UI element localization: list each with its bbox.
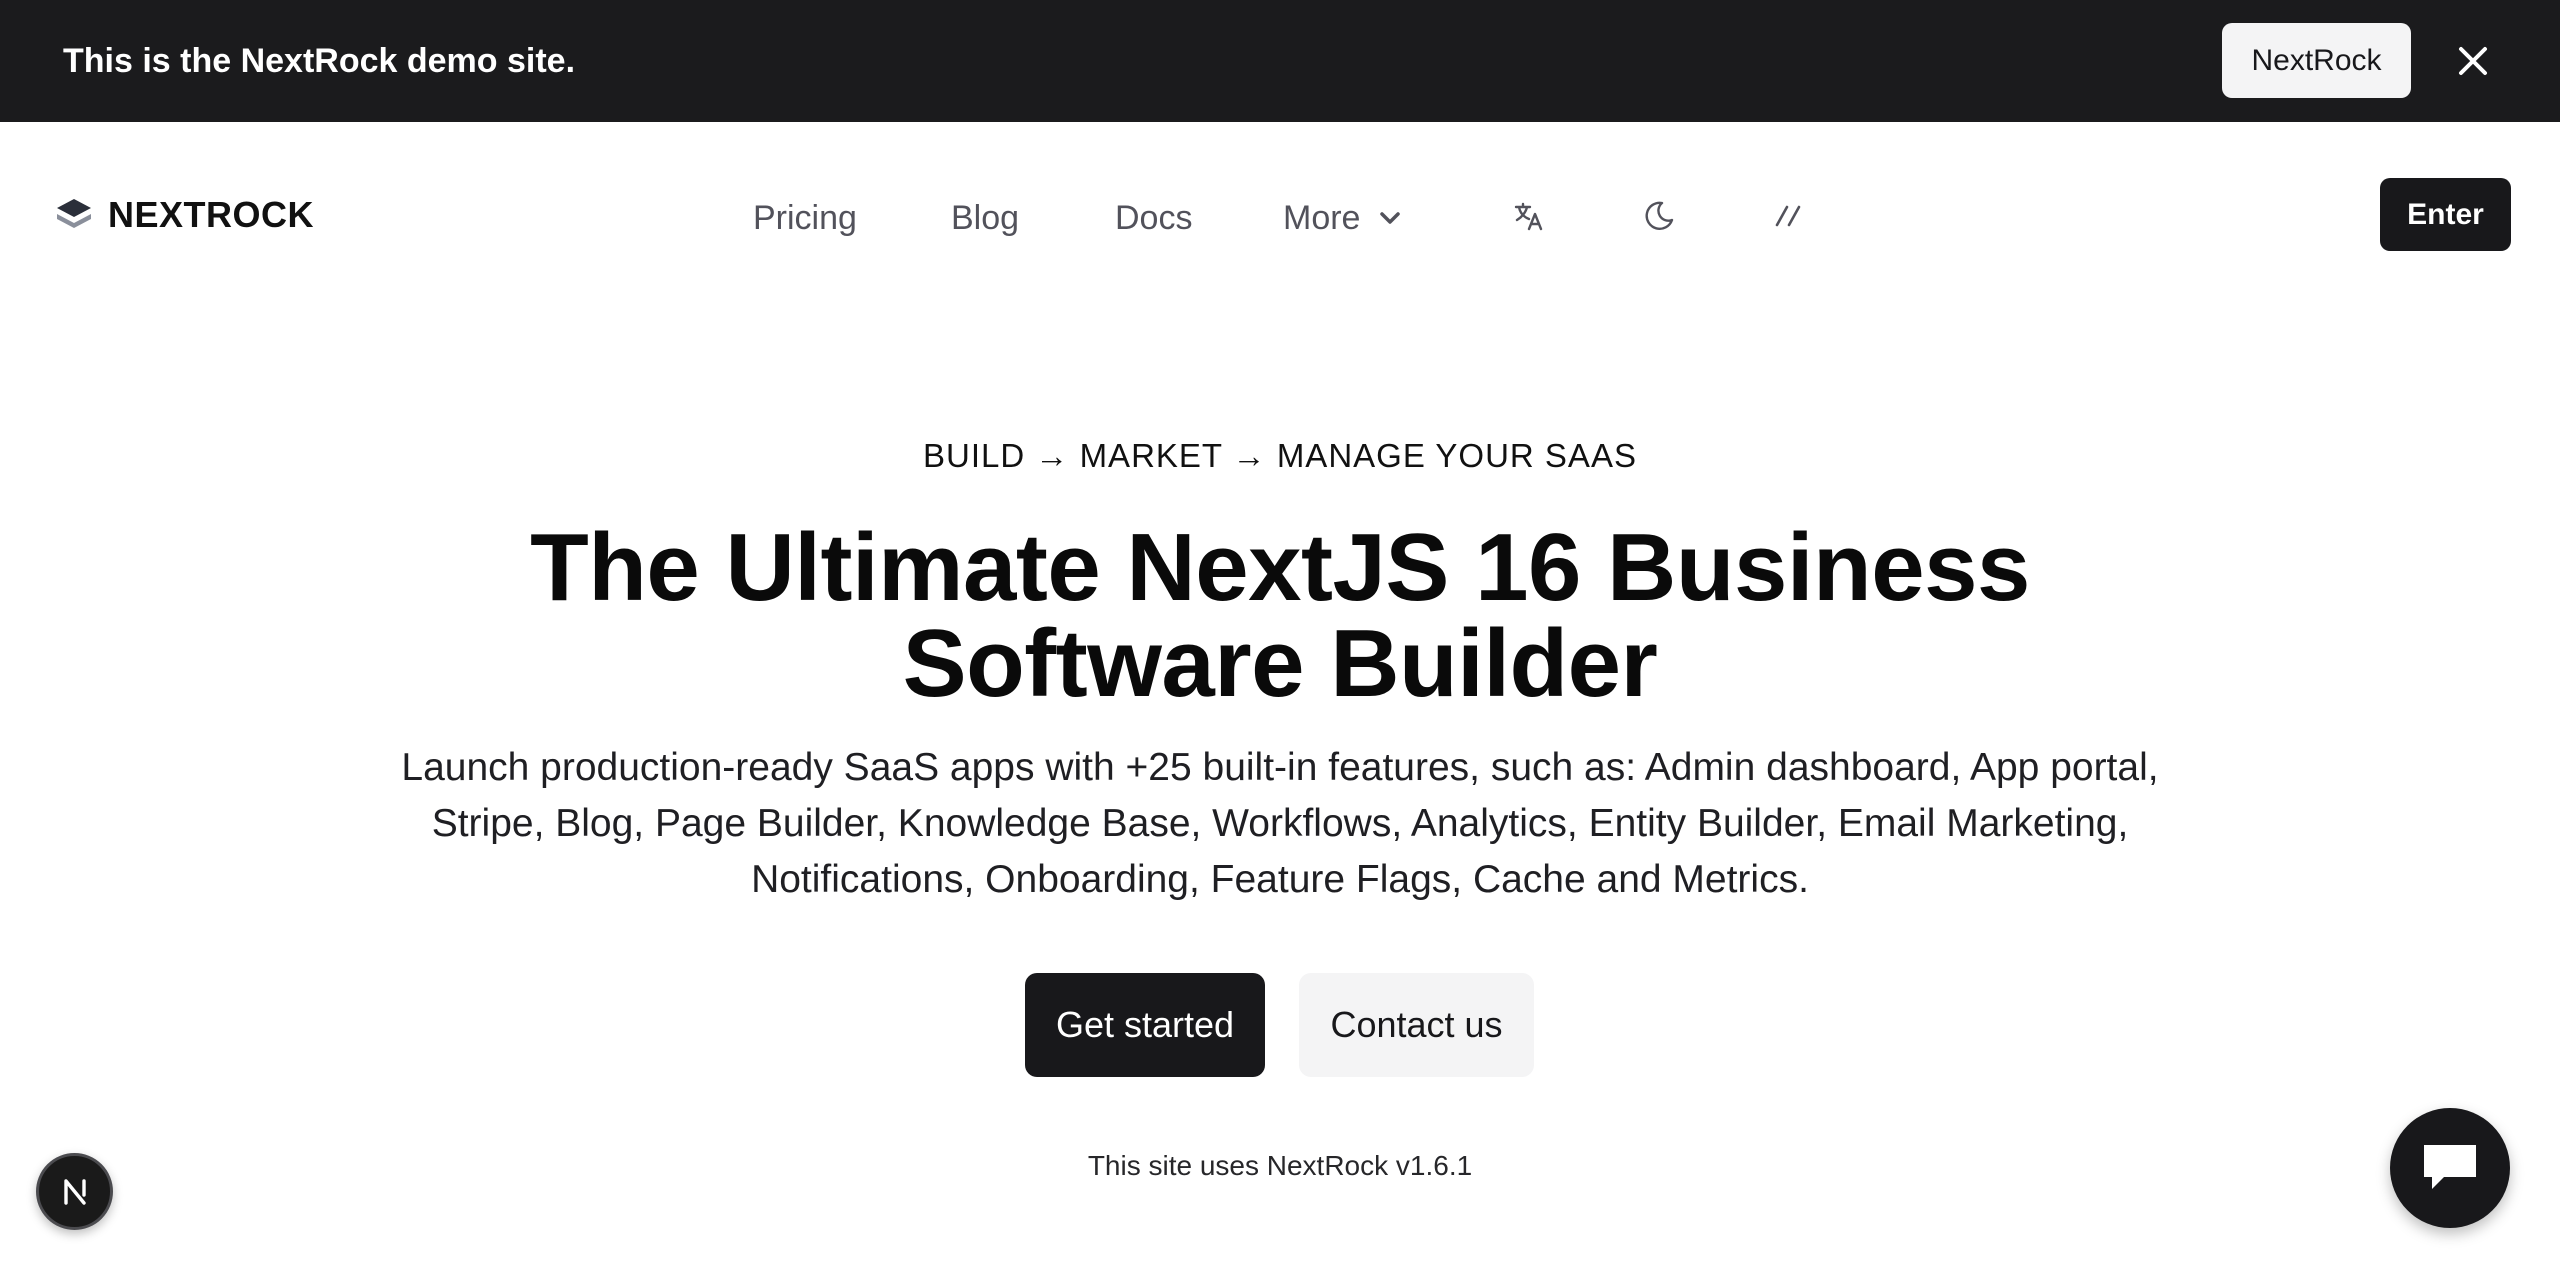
- hero-eyebrow: BUILD → MARKET → MANAGE YOUR SAAS: [923, 437, 1637, 474]
- hero-description: Launch production-ready SaaS apps with +…: [401, 746, 2159, 901]
- get-started-button[interactable]: Get started: [1025, 973, 1265, 1077]
- logo-text: NEXTROCK: [108, 194, 315, 235]
- headline-line-1: The Ultimate NextJS 16 Business: [530, 514, 2030, 621]
- page-title: The Ultimate NextJS 16 Business Software…: [280, 520, 2280, 712]
- nav-pricing[interactable]: Pricing: [753, 196, 857, 240]
- headline-line-2: Software Builder: [902, 610, 1658, 717]
- translate-icon[interactable]: [1509, 196, 1549, 236]
- banner-nextrock-button[interactable]: NextRock: [2222, 23, 2411, 98]
- nav-docs[interactable]: Docs: [1115, 196, 1192, 240]
- moon-icon[interactable]: [1639, 196, 1679, 236]
- layers-icon: [57, 199, 91, 228]
- chat-launcher-button[interactable]: [2390, 1108, 2510, 1228]
- nextjs-dev-badge[interactable]: [36, 1153, 113, 1230]
- logo[interactable]: NEXTROCK: [54, 192, 314, 238]
- banner-message: This is the NextRock demo site.: [63, 41, 576, 80]
- slashes-icon[interactable]: [1768, 196, 1808, 236]
- contact-us-button[interactable]: Contact us: [1299, 973, 1534, 1077]
- nextjs-logo-icon: [63, 1178, 86, 1205]
- nav-more-label: More: [1283, 198, 1361, 237]
- enter-button[interactable]: Enter: [2380, 178, 2511, 251]
- chat-bubble-icon: [2424, 1145, 2476, 1189]
- chevron-down-icon: [1380, 212, 1401, 224]
- demo-banner: This is the NextRock demo site. NextRock: [0, 0, 2560, 122]
- nav-more[interactable]: More: [1283, 196, 1402, 240]
- version-footnote: This site uses NextRock v1.6.1: [1087, 1150, 1473, 1181]
- nav-blog[interactable]: Blog: [951, 196, 1019, 240]
- close-icon[interactable]: [2448, 36, 2498, 86]
